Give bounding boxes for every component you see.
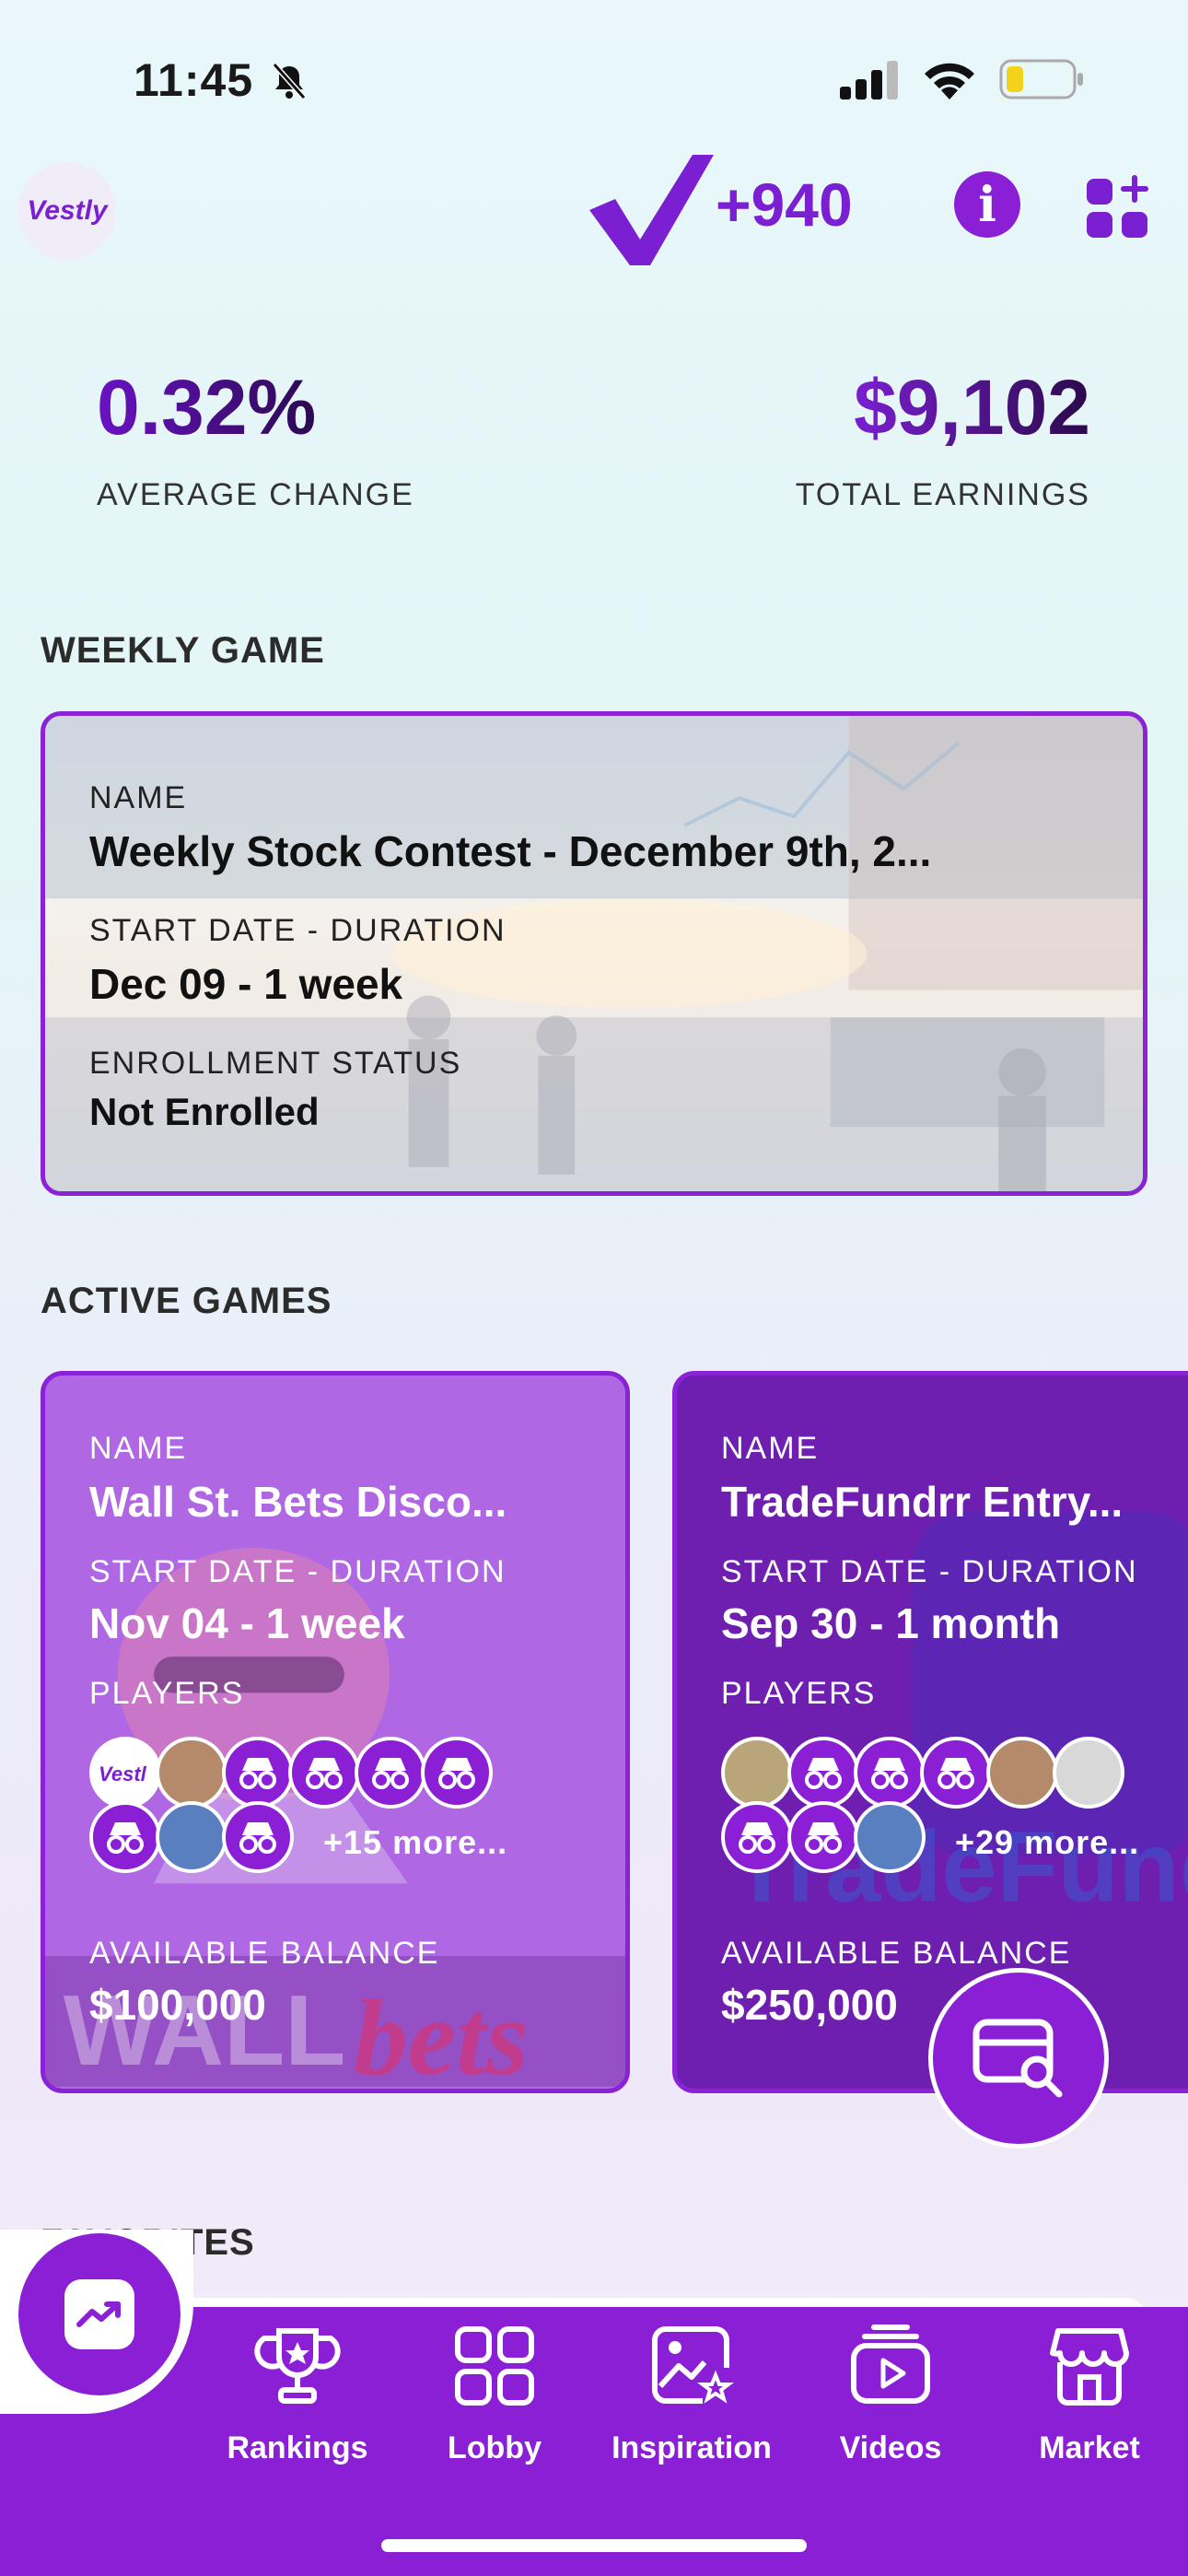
average-change-value: 0.32% [97,364,317,451]
image-star-icon [652,2326,734,2404]
avatar [986,1737,1058,1809]
card-date: Sep 30 - 1 month [721,1599,1061,1647]
anonymous-avatar-icon [222,1801,294,1873]
anonymous-avatar-icon [854,1737,926,1809]
anonymous-avatar-icon [787,1801,859,1873]
nav-videos[interactable]: Videos [794,2322,987,2466]
weekly-name: Weekly Stock Contest - December 9th, 2..… [89,827,932,875]
anonymous-avatar-icon [89,1801,161,1873]
info-button[interactable]: i [954,171,1020,238]
bell-muted-icon [272,63,307,100]
card-search-icon [973,2019,1063,2098]
anonymous-avatar-icon [421,1737,493,1809]
total-earnings-label: TOTAL EARNINGS [795,477,1090,512]
avatar [721,1737,793,1809]
card-name: Wall St. Bets Disco... [89,1478,507,1526]
svg-text:bets: bets [354,1977,529,2087]
add-widget-icon[interactable] [1087,175,1151,240]
vestly-v-logo-icon [589,155,714,265]
card-balance: $250,000 [721,1981,898,2029]
card-balance-label: AVAILABLE BALANCE [721,1936,1072,1971]
active-game-card[interactable]: WALL bets NAME Wall St. Bets Disco... ST… [41,1371,630,2093]
weekly-game-heading: WEEKLY GAME [41,630,325,671]
nav-inspiration[interactable]: Inspiration [595,2322,788,2466]
avatar [854,1801,926,1873]
vestly-logo[interactable]: Vestly [18,162,116,260]
anonymous-avatar-icon [920,1737,992,1809]
cellular-signal-icon [840,61,898,100]
weekly-game-card[interactable]: NAME Weekly Stock Contest - December 9th… [41,711,1147,1196]
anonymous-avatar-icon [355,1737,426,1809]
card-date-label: START DATE - DURATION [721,1554,1138,1589]
card-date-label: START DATE - DURATION [89,1554,507,1589]
card-name-label: NAME [89,1431,188,1466]
search-games-button[interactable] [928,1968,1109,2149]
avatar [1053,1737,1124,1809]
card-date: Nov 04 - 1 week [89,1599,405,1647]
avatar [156,1801,227,1873]
storefront-icon [1050,2328,1129,2406]
card-name: TradeFundrr Entry... [721,1478,1124,1526]
card-players-label: PLAYERS [721,1676,877,1711]
home-indicator[interactable] [381,2539,807,2552]
nav-market[interactable]: Market [993,2322,1186,2466]
total-earnings-value: $9,102 [854,364,1090,451]
anonymous-avatar-icon [721,1801,793,1873]
status-time: 11:45 [134,54,254,106]
video-play-icon [851,2324,930,2404]
card-balance: $100,000 [89,1981,266,2029]
weekly-date: Dec 09 - 1 week [89,960,403,1008]
active-game-card[interactable]: TradeFundr NAME TradeFundrr Entry... STA… [672,1371,1188,2093]
card-players-label: PLAYERS [89,1676,245,1711]
wifi-icon [925,63,974,100]
trending-up-icon [76,2301,121,2327]
nav-rankings[interactable]: Rankings [201,2322,394,2466]
weekly-status-label: ENROLLMENT STATUS [89,1046,462,1081]
anonymous-avatar-icon [222,1737,294,1809]
weekly-name-label: NAME [89,780,188,815]
avatar: Vestl [89,1737,161,1809]
nav-lobby[interactable]: Lobby [398,2322,591,2466]
more-players-count: +29 more... [955,1823,1140,1861]
portfolio-chart-button[interactable] [18,2233,181,2395]
weekly-status: Not Enrolled [89,1090,320,1133]
battery-low-icon [999,59,1083,100]
avatar [156,1737,227,1809]
grid-icon [455,2326,534,2406]
more-players-count: +15 more... [323,1823,508,1861]
card-name-label: NAME [721,1431,820,1466]
average-change-label: AVERAGE CHANGE [97,477,414,512]
trophy-icon [254,2328,341,2404]
weekly-date-label: START DATE - DURATION [89,913,507,948]
anonymous-avatar-icon [787,1737,859,1809]
points-counter: +940 [716,170,853,239]
card-balance-label: AVAILABLE BALANCE [89,1936,440,1971]
anonymous-avatar-icon [288,1737,360,1809]
active-games-heading: ACTIVE GAMES [41,1281,332,1321]
